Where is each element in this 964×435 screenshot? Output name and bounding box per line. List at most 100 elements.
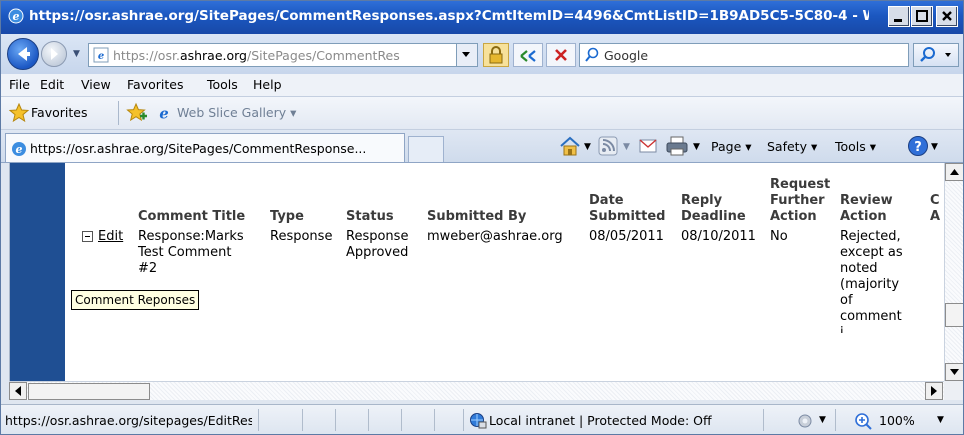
- safety-menu[interactable]: Safety ▾: [767, 139, 817, 154]
- menu-file[interactable]: File: [9, 77, 30, 92]
- scroll-up-button[interactable]: [945, 163, 963, 181]
- page-menu[interactable]: Page ▾: [711, 139, 752, 154]
- menu-view[interactable]: View: [81, 77, 111, 92]
- scroll-down-button[interactable]: [945, 363, 963, 381]
- header-review-action-line2[interactable]: Action: [840, 209, 887, 225]
- svg-text:?: ?: [914, 140, 922, 155]
- title-bar: e https://osr.ashrae.org/SitePages/Comme…: [1, 1, 963, 34]
- header-truncated-line1[interactable]: C: [930, 193, 940, 209]
- new-tab-button[interactable]: [408, 136, 444, 162]
- zoom-level[interactable]: 100%: [879, 413, 915, 428]
- header-date-submitted-line2[interactable]: Submitted: [589, 209, 665, 225]
- url-host: ashrae.org: [179, 48, 247, 63]
- compatibility-refresh-button[interactable]: [513, 43, 543, 67]
- menu-help[interactable]: Help: [253, 77, 282, 92]
- feeds-dropdown[interactable]: ▼: [623, 142, 630, 152]
- back-button[interactable]: [7, 38, 39, 70]
- header-request-line1[interactable]: Request: [770, 177, 830, 193]
- rss-feed-icon[interactable]: [598, 136, 618, 156]
- status-divider: [368, 409, 369, 431]
- svg-text:e: e: [16, 143, 23, 156]
- svg-text:e: e: [13, 10, 20, 23]
- menu-edit[interactable]: Edit: [40, 77, 64, 92]
- search-button[interactable]: [913, 43, 959, 67]
- home-icon[interactable]: [558, 135, 582, 157]
- status-divider: [335, 409, 336, 431]
- page-icon: e: [93, 47, 109, 63]
- search-input[interactable]: Google: [579, 43, 909, 67]
- navigation-bar: ▼ e https://osr.ashrae.org/SitePages/Com…: [1, 34, 963, 74]
- zoom-icon[interactable]: [853, 411, 875, 431]
- scroll-left-button[interactable]: [9, 382, 27, 400]
- url-path: /SitePages/CommentRes: [247, 48, 400, 63]
- minimize-button[interactable]: [888, 6, 910, 27]
- close-icon: [942, 11, 952, 21]
- maximize-button[interactable]: [911, 6, 933, 27]
- add-ons-dropdown[interactable]: ▼: [819, 415, 826, 425]
- cell-request-further-action: No: [770, 229, 788, 244]
- stop-icon: [555, 49, 567, 61]
- header-request-line3[interactable]: Action: [770, 209, 817, 225]
- stop-button[interactable]: [546, 43, 576, 67]
- header-submitted-by[interactable]: Submitted By: [427, 209, 526, 225]
- horizontal-scroll-thumb[interactable]: [28, 383, 150, 400]
- header-reply-deadline-line2[interactable]: Deadline: [681, 209, 746, 225]
- horizontal-scrollbar[interactable]: [9, 381, 944, 400]
- vertical-scroll-thumb[interactable]: [945, 303, 963, 327]
- header-date-submitted-line1[interactable]: Date: [589, 193, 624, 209]
- arrow-right-icon: [931, 386, 937, 396]
- help-icon[interactable]: ?: [907, 135, 929, 157]
- tooltip: Comment Reponses: [71, 290, 200, 310]
- search-go-icon: [920, 47, 951, 62]
- local-intranet-icon: [470, 413, 487, 429]
- recent-pages-dropdown[interactable]: ▼: [73, 49, 80, 59]
- favorites-button[interactable]: Favorites: [31, 105, 87, 120]
- cell-date-submitted: 08/05/2011: [589, 229, 664, 244]
- address-bar[interactable]: e https://osr.ashrae.org/SitePages/Comme…: [88, 43, 478, 67]
- forward-button[interactable]: [41, 41, 67, 67]
- read-mail-icon[interactable]: [638, 137, 658, 155]
- zoom-dropdown[interactable]: ▼: [937, 415, 944, 425]
- web-slice-gallery-link[interactable]: Web Slice Gallery ▾: [177, 105, 296, 120]
- menu-favorites[interactable]: Favorites: [127, 77, 183, 92]
- home-dropdown[interactable]: ▼: [584, 142, 591, 152]
- cell-status-line2: Approved: [346, 245, 409, 260]
- search-placeholder: Google: [604, 48, 649, 63]
- tools-menu[interactable]: Tools ▾: [835, 139, 876, 154]
- header-type[interactable]: Type: [270, 209, 304, 225]
- status-divider: [258, 409, 259, 431]
- chevron-down-icon: [462, 52, 470, 57]
- tab-comment-responses[interactable]: e https://osr.ashrae.org/SitePages/Comme…: [5, 133, 405, 162]
- print-dropdown[interactable]: ▼: [693, 142, 700, 152]
- menu-tools[interactable]: Tools: [207, 77, 238, 92]
- header-truncated-line2[interactable]: A: [930, 209, 940, 225]
- cell-comment-title-line1: Response:Marks: [138, 229, 244, 244]
- status-divider: [401, 409, 402, 431]
- address-dropdown[interactable]: [456, 44, 477, 66]
- add-to-favorites-icon[interactable]: [125, 102, 149, 124]
- sharepoint-left-panel: [10, 163, 65, 381]
- forward-arrow-icon: [51, 48, 58, 60]
- header-review-action-line1[interactable]: Review: [840, 193, 893, 209]
- arrow-up-icon: [950, 169, 959, 175]
- lock-icon: [489, 46, 503, 64]
- window-title: https://osr.ashrae.org/SitePages/Comment…: [29, 8, 869, 24]
- header-request-line2[interactable]: Further: [770, 193, 825, 209]
- edit-link[interactable]: Edit: [98, 229, 123, 244]
- close-button[interactable]: [936, 6, 958, 27]
- cell-comment-title-line2: Test Comment: [138, 245, 232, 260]
- header-status[interactable]: Status: [346, 209, 394, 225]
- row-collapse-toggle[interactable]: [82, 231, 93, 242]
- header-comment-title[interactable]: Comment Title: [138, 209, 245, 225]
- print-icon[interactable]: [665, 135, 689, 157]
- security-lock[interactable]: [483, 43, 509, 67]
- address-url[interactable]: https://osr.ashrae.org/SitePages/Comment…: [113, 48, 429, 63]
- vertical-scrollbar[interactable]: [944, 163, 963, 381]
- tab-bar: e https://osr.ashrae.org/SitePages/Comme…: [1, 130, 963, 163]
- header-reply-deadline-line1[interactable]: Reply: [681, 193, 722, 209]
- scroll-right-button[interactable]: [925, 382, 943, 400]
- security-zone[interactable]: Local intranet | Protected Mode: Off: [489, 413, 712, 428]
- add-ons-icon[interactable]: [795, 411, 817, 431]
- help-dropdown[interactable]: ▼: [931, 142, 938, 152]
- cell-review-action-line4: (majority: [840, 277, 900, 292]
